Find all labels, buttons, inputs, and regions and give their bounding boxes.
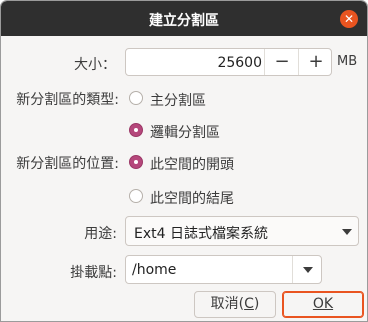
mount-point-combo[interactable] xyxy=(125,255,322,284)
titlebar: 建立分割區 ✕ xyxy=(1,1,367,36)
radio-end-label[interactable]: 此空間的結尾 xyxy=(150,188,234,208)
create-partition-dialog: 建立分割區 ✕ 大小： 25600 − + MB 新分割區的類型: 主分割區 邏… xyxy=(0,0,368,322)
cancel-button[interactable]: 取消(C) xyxy=(194,291,276,318)
partition-type-label: 新分割區的類型: xyxy=(16,92,119,108)
filesystem-combo[interactable]: Ext4 日誌式檔案系統 xyxy=(125,216,359,246)
radio-primary-indicator[interactable] xyxy=(129,91,143,105)
radio-beginning-label[interactable]: 此空間的開頭 xyxy=(150,154,234,174)
filesystem-value: Ext4 日誌式檔案系統 xyxy=(134,226,268,242)
mount-point-input[interactable] xyxy=(132,261,292,279)
close-icon[interactable]: ✕ xyxy=(340,10,358,28)
mount-point-dropdown-button[interactable] xyxy=(292,256,323,283)
radio-logical-label[interactable]: 邏輯分割區 xyxy=(150,122,220,142)
cancel-suffix: ) xyxy=(253,296,260,312)
radio-beginning-indicator[interactable] xyxy=(129,155,143,169)
radio-end-indicator[interactable] xyxy=(129,189,143,203)
use-as-label: 用途: xyxy=(84,226,117,242)
dialog-title: 建立分割區 xyxy=(149,13,219,29)
ok-button[interactable]: OK xyxy=(282,291,364,318)
size-value[interactable]: 25600 xyxy=(126,55,262,71)
size-unit: MB xyxy=(337,54,358,69)
mount-point-label: 掛載點: xyxy=(70,265,117,281)
cancel-mnemonic: C xyxy=(244,296,254,312)
increment-button[interactable]: + xyxy=(298,49,333,75)
decrement-button[interactable]: − xyxy=(264,49,299,75)
chevron-down-icon xyxy=(342,229,352,235)
size-spinbutton[interactable]: 25600 − + xyxy=(125,48,332,76)
cancel-prefix: 取消( xyxy=(210,296,245,312)
size-label: 大小： xyxy=(74,57,116,73)
ok-label: OK xyxy=(312,296,334,312)
radio-primary-label[interactable]: 主分割區 xyxy=(150,90,206,110)
radio-logical-indicator[interactable] xyxy=(129,123,143,137)
chevron-down-icon xyxy=(303,267,313,273)
partition-location-label: 新分割區的位置: xyxy=(16,156,119,172)
